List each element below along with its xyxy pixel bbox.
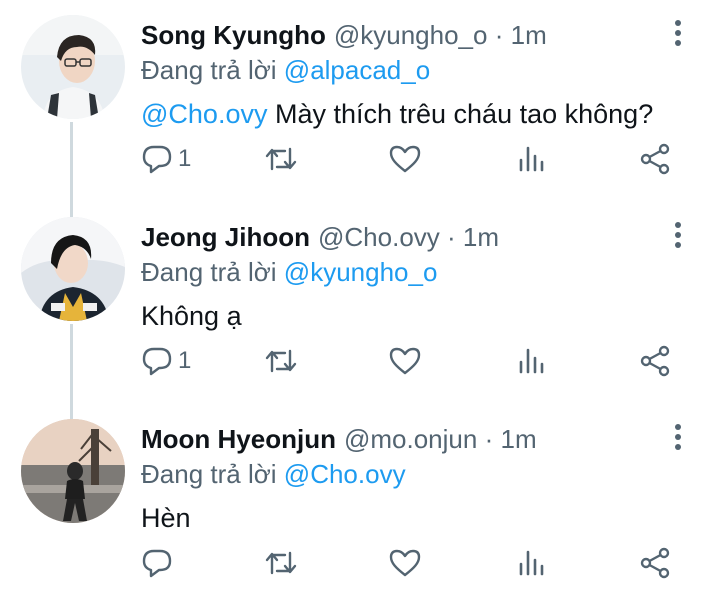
heart-icon — [389, 549, 421, 577]
tweet[interactable]: Song Kyungho @kyungho_o · 1m Đang trả lời… — [0, 0, 720, 200]
reply-icon — [142, 347, 172, 376]
analytics-button[interactable] — [514, 540, 548, 586]
timestamp[interactable]: 1m — [463, 222, 499, 252]
reply-thread: Song Kyungho @kyungho_o · 1m Đang trả lời… — [0, 0, 720, 598]
replying-to-label: Đang trả lời — [141, 459, 277, 489]
retweet-button[interactable] — [263, 338, 299, 384]
reply-button[interactable] — [140, 540, 178, 586]
action-bar: 1 — [0, 338, 720, 384]
replying-to-mention[interactable]: @alpacad_o — [284, 55, 430, 85]
timestamp[interactable]: 1m — [500, 424, 536, 454]
share-button[interactable] — [638, 540, 672, 586]
tweet-text-content: Không ạ — [141, 301, 242, 331]
reply-count: 1 — [178, 347, 192, 374]
user-handle[interactable]: @Cho.ovy — [318, 222, 440, 252]
tweet-header: Song Kyungho @kyungho_o · 1m — [141, 18, 547, 52]
retweet-icon — [265, 147, 297, 171]
retweet-button[interactable] — [263, 540, 299, 586]
like-button[interactable] — [388, 540, 422, 586]
tweet-text-content: Mày thích trêu cháu tao không? — [267, 99, 654, 129]
replying-to: Đang trả lời @kyungho_o — [141, 255, 437, 289]
analytics-icon — [519, 550, 544, 576]
tweet[interactable]: Jeong Jihoon @Cho.ovy · 1m Đang trả lời @… — [0, 202, 720, 402]
avatar[interactable] — [21, 15, 125, 119]
replying-to-mention[interactable]: @Cho.ovy — [284, 459, 406, 489]
action-bar: 1 — [0, 136, 720, 182]
reply-button[interactable]: 1 — [140, 338, 191, 384]
retweet-icon — [265, 551, 297, 575]
analytics-icon — [519, 146, 544, 172]
avatar[interactable] — [21, 419, 125, 523]
tweet[interactable]: Moon Hyeonjun @mo.onjun · 1m Đang trả lời… — [0, 404, 720, 604]
share-icon — [640, 547, 670, 579]
retweet-button[interactable] — [263, 136, 299, 182]
analytics-icon — [519, 348, 544, 374]
display-name[interactable]: Moon Hyeonjun — [141, 424, 336, 454]
like-button[interactable] — [388, 338, 422, 384]
heart-icon — [389, 145, 421, 173]
reply-button[interactable]: 1 — [140, 136, 191, 182]
display-name[interactable]: Song Kyungho — [141, 20, 326, 50]
replying-to: Đang trả lời @Cho.ovy — [141, 457, 406, 491]
action-bar — [0, 540, 720, 586]
display-name[interactable]: Jeong Jihoon — [141, 222, 310, 252]
tweet-text: Hèn — [141, 500, 191, 536]
retweet-icon — [265, 349, 297, 373]
share-button[interactable] — [638, 338, 672, 384]
replying-to-label: Đang trả lời — [141, 55, 277, 85]
separator-dot: · — [447, 222, 456, 252]
reply-icon — [142, 549, 172, 578]
more-options-icon[interactable] — [670, 20, 686, 50]
separator-dot: · — [494, 20, 504, 50]
tweet-text: @Cho.ovy Mày thích trêu cháu tao không? — [141, 96, 653, 132]
share-icon — [640, 143, 670, 175]
analytics-button[interactable] — [514, 136, 548, 182]
user-handle[interactable]: @mo.onjun — [344, 424, 477, 454]
tweet-mention[interactable]: @Cho.ovy — [141, 99, 267, 129]
like-button[interactable] — [388, 136, 422, 182]
replying-to: Đang trả lời @alpacad_o — [141, 53, 430, 87]
separator-dot: · — [484, 424, 494, 454]
avatar[interactable] — [21, 217, 125, 321]
share-button[interactable] — [638, 136, 672, 182]
more-options-icon[interactable] — [670, 222, 686, 252]
tweet-header: Jeong Jihoon @Cho.ovy · 1m — [141, 220, 499, 254]
tweet-text: Không ạ — [141, 298, 242, 334]
user-handle[interactable]: @kyungho_o — [334, 20, 488, 50]
tweet-text-content: Hèn — [141, 503, 191, 533]
tweet-header: Moon Hyeonjun @mo.onjun · 1m — [141, 422, 537, 456]
replying-to-mention[interactable]: @kyungho_o — [284, 257, 438, 287]
heart-icon — [389, 347, 421, 375]
timestamp[interactable]: 1m — [511, 20, 547, 50]
more-options-icon[interactable] — [670, 424, 686, 454]
reply-icon — [142, 145, 172, 174]
share-icon — [640, 345, 670, 377]
analytics-button[interactable] — [514, 338, 548, 384]
replying-to-label: Đang trả lời — [141, 257, 277, 287]
reply-count: 1 — [178, 145, 192, 172]
